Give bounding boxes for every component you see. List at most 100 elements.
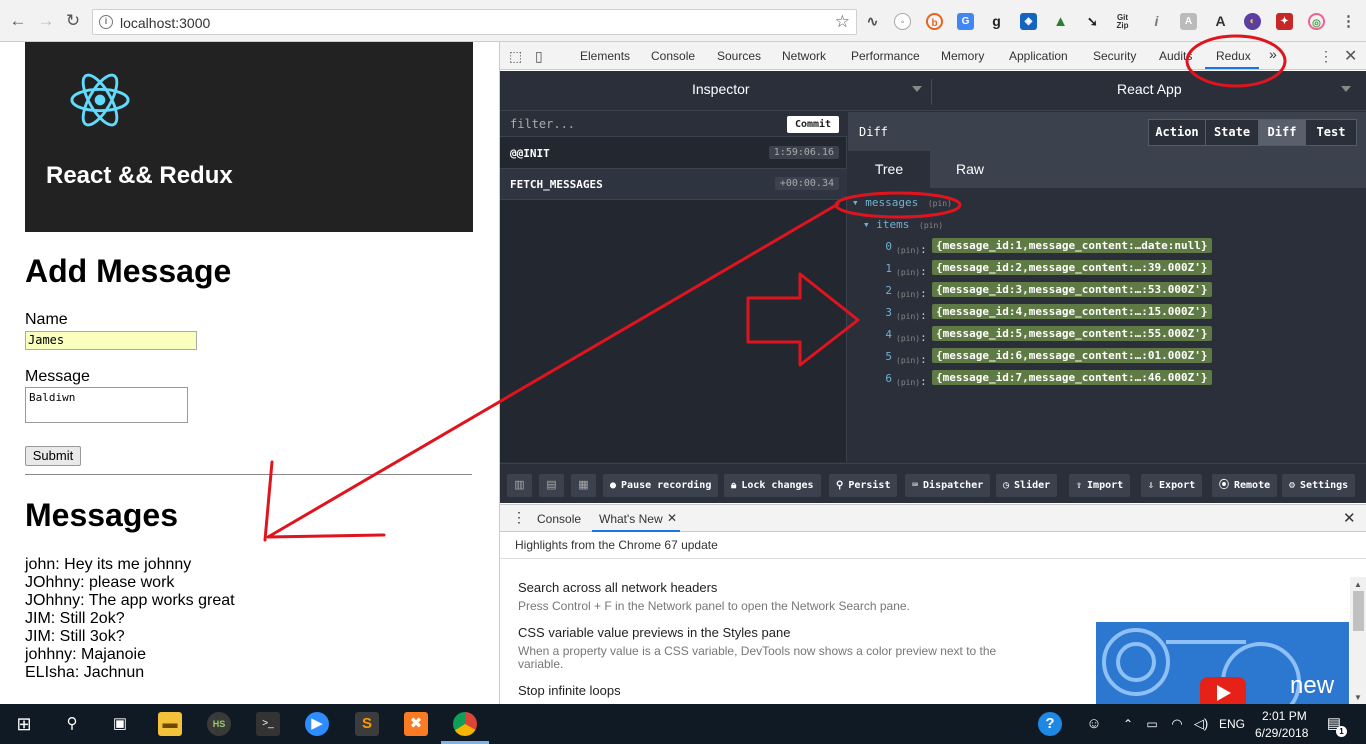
pin-label[interactable]: (pin): (896, 331, 927, 344)
gitzip-extension-icon[interactable]: Git Zip (1114, 13, 1131, 30)
pin-label[interactable]: (pin) (928, 199, 952, 208)
tree-value[interactable]: {message_id:2,message_content:…:39.000Z'… (932, 260, 1212, 275)
test-mode-button[interactable]: Test (1305, 119, 1357, 146)
reload-icon[interactable]: ↻ (64, 12, 82, 30)
search-icon[interactable]: ⚲ (60, 712, 84, 736)
tab-elements[interactable]: Elements (580, 49, 630, 63)
pin-label[interactable]: (pin) (919, 221, 943, 230)
name-input[interactable]: James (25, 331, 197, 350)
inspect-element-icon[interactable]: ⬚ (509, 48, 522, 65)
info-icon[interactable]: i (99, 15, 113, 29)
feature-title[interactable]: CSS variable value previews in the Style… (518, 625, 790, 640)
tree-value[interactable]: {message_id:3,message_content:…:53.000Z'… (932, 282, 1212, 297)
drawer-menu-icon[interactable]: ⋮ (512, 509, 526, 526)
task-view-icon[interactable]: ▣ (108, 712, 132, 736)
tree-extension-icon[interactable]: ▲ (1052, 13, 1069, 30)
shield-extension-icon[interactable]: ◈ (1020, 13, 1037, 30)
pause-recording-button[interactable]: ● Pause recording (603, 474, 719, 497)
pin-label[interactable]: (pin): (896, 243, 927, 256)
expand-arrow-icon[interactable]: ▾ (852, 196, 859, 209)
grammarly-extension-icon[interactable]: g (988, 13, 1005, 30)
windows-start-icon[interactable]: ⊞ (12, 712, 36, 736)
devtools-menu-icon[interactable]: ⋮ (1319, 48, 1333, 65)
layout-split-icon[interactable]: ▤ (539, 474, 564, 497)
tab-performance[interactable]: Performance (851, 49, 920, 63)
scrollbar-thumb[interactable] (1353, 591, 1364, 631)
forward-icon[interactable]: → (37, 12, 55, 30)
import-button[interactable]: ⇧ Import (1069, 474, 1131, 497)
layout-grid-icon[interactable]: ▦ (571, 474, 596, 497)
puzzle-extension-icon[interactable]: ✦ (1276, 13, 1293, 30)
submit-button[interactable]: Submit (25, 446, 81, 466)
zoom-icon[interactable]: ▶ (305, 712, 329, 736)
tab-network[interactable]: Network (782, 49, 826, 63)
tab-whats-new[interactable]: What's New (599, 512, 663, 526)
tab-console[interactable]: Console (651, 49, 695, 63)
hs-app-icon[interactable]: HS (207, 712, 231, 736)
back-icon[interactable]: ← (9, 12, 27, 30)
tree-value[interactable]: {message_id:1,message_content:…date:null… (932, 238, 1212, 253)
volume-icon[interactable]: ◁) (1189, 712, 1213, 736)
message-textarea[interactable]: Baldiwn (25, 387, 188, 423)
dispatcher-button[interactable]: ⌨ Dispatcher (905, 474, 991, 497)
state-mode-button[interactable]: State (1205, 119, 1259, 146)
show-hidden-icons[interactable]: ⌃ (1116, 712, 1140, 736)
device-toolbar-icon[interactable]: ▯ (535, 48, 543, 65)
remote-button[interactable]: ⦿ Remote (1212, 474, 1278, 497)
sublime-text-icon[interactable]: S (355, 712, 379, 736)
browser-menu-icon[interactable]: ⋮ (1340, 13, 1357, 30)
help-icon[interactable]: ? (1038, 712, 1062, 736)
slider-button[interactable]: ◷ Slider (996, 474, 1058, 497)
tab-console[interactable]: Console (537, 512, 581, 526)
circle-extension-icon[interactable]: ◎ (1308, 13, 1325, 30)
pin-label[interactable]: (pin): (896, 353, 927, 366)
a-extension-icon[interactable]: A (1212, 13, 1229, 30)
diff-mode-button[interactable]: Diff (1258, 119, 1306, 146)
close-drawer-icon[interactable]: ✕ (1343, 509, 1356, 527)
chevron-down-icon[interactable] (912, 86, 922, 92)
xampp-icon[interactable]: ✖ (404, 712, 428, 736)
clock-time[interactable]: 2:01 PM (1262, 709, 1307, 723)
file-explorer-icon[interactable]: ▬ (158, 712, 182, 736)
translate-extension-icon[interactable]: G (957, 13, 974, 30)
wifi-icon[interactable]: ◠ (1165, 712, 1189, 736)
tree-node-items[interactable]: ▾ items (pin) (863, 218, 943, 231)
tab-application[interactable]: Application (1009, 49, 1068, 63)
tree-value[interactable]: {message_id:4,message_content:…:15.000Z'… (932, 304, 1212, 319)
action-item-init[interactable]: @@INIT 1:59:06.16 (500, 138, 847, 169)
ghost-extension-icon[interactable]: ◦ (894, 13, 911, 30)
tab-sources[interactable]: Sources (717, 49, 761, 63)
tree-value[interactable]: {message_id:6,message_content:…:01.000Z'… (932, 348, 1212, 363)
clock-date[interactable]: 6/29/2018 (1255, 726, 1308, 740)
tree-node-messages[interactable]: ▾ messages (pin) (852, 196, 952, 209)
chevron-down-icon[interactable] (1341, 86, 1351, 92)
persist-button[interactable]: ⚲ Persist (829, 474, 898, 497)
tab-raw[interactable]: Raw (930, 151, 1010, 188)
export-button[interactable]: ⇩ Export (1141, 474, 1203, 497)
tab-tree[interactable]: Tree (848, 151, 930, 188)
action-item-fetch-messages[interactable]: FETCH_MESSAGES +00:00.34 (500, 169, 847, 200)
tree-value[interactable]: {message_id:7,message_content:…:46.000Z'… (932, 370, 1212, 385)
chrome-icon[interactable] (453, 712, 477, 736)
commit-button[interactable]: Commit (787, 116, 839, 133)
expand-arrow-icon[interactable]: ▾ (863, 218, 870, 231)
scroll-up-icon[interactable]: ▲ (1354, 580, 1362, 589)
inspector-select[interactable]: Inspector (692, 81, 750, 97)
whats-new-video-thumbnail[interactable]: new (1096, 622, 1349, 705)
pin-label[interactable]: (pin): (896, 309, 927, 322)
tab-redux[interactable]: Redux (1216, 49, 1251, 63)
pin-label[interactable]: (pin): (896, 265, 927, 278)
people-icon[interactable]: ☺ (1082, 712, 1106, 736)
feature-title[interactable]: Search across all network headers (518, 580, 717, 595)
pin-label[interactable]: (pin): (896, 375, 927, 388)
scroll-down-icon[interactable]: ▼ (1354, 693, 1362, 702)
cursor-extension-icon[interactable]: ➘ (1084, 13, 1101, 30)
bookmark-star-icon[interactable]: ☆ (835, 12, 850, 32)
battery-icon[interactable]: ▭ (1140, 712, 1164, 736)
action-mode-button[interactable]: Action (1148, 119, 1206, 146)
close-tab-icon[interactable]: ✕ (667, 511, 677, 525)
tree-value[interactable]: {message_id:5,message_content:…:55.000Z'… (932, 326, 1212, 341)
drawer-scrollbar[interactable]: ▲ ▼ (1350, 577, 1366, 705)
more-tabs-icon[interactable]: » (1269, 46, 1277, 62)
filter-input[interactable]: filter... (510, 117, 575, 131)
